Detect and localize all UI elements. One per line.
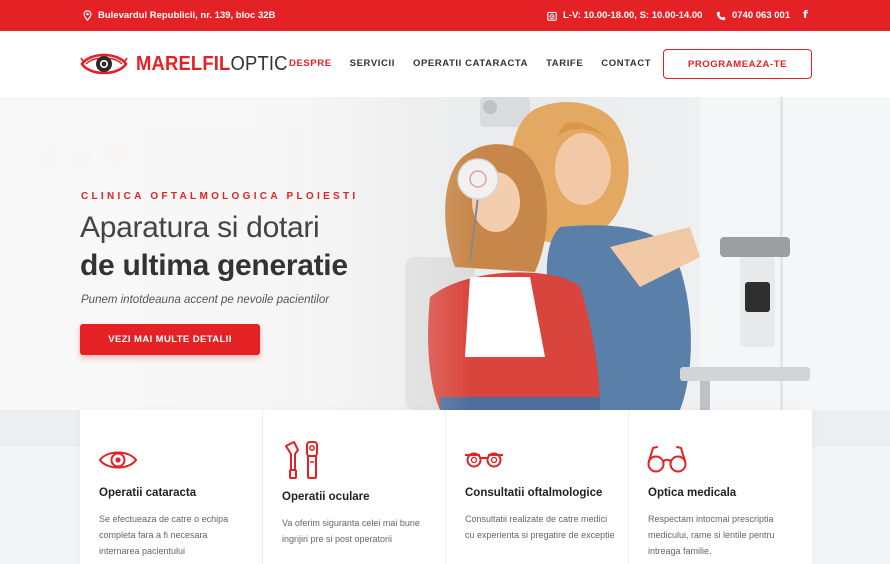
hero-subtitle: Punem intotdeauna accent pe nevoile paci… — [81, 294, 330, 306]
calendar-clock-icon — [547, 11, 557, 21]
nav-item-servicii[interactable]: SERVICII — [350, 58, 395, 69]
service-title: Optica medicala — [648, 487, 737, 499]
site-header: MARELFILOPTIC DESPRE SERVICII OPERATII C… — [0, 31, 890, 97]
address-text: Bulevardul Republicii, nr. 139, bloc 32B — [98, 10, 276, 21]
nav-item-despre[interactable]: DESPRE — [289, 58, 332, 69]
hours-text: L-V: 10.00-18.00, S: 10.00-14.00 — [563, 10, 703, 21]
logo-text: MARELFILOPTIC — [136, 53, 288, 76]
phone-text: 0740 063 001 — [732, 10, 791, 21]
trial-frame-icon — [465, 452, 503, 468]
top-bar: Bulevardul Republicii, nr. 139, bloc 32B… — [0, 0, 890, 31]
service-title: Operatii cataracta — [99, 487, 197, 499]
service-text: Va oferim siguranta celei mai bune ingri… — [282, 518, 420, 544]
eye-icon — [98, 451, 138, 469]
logo-text-red: MARELFIL — [136, 52, 231, 75]
main-nav: DESPRE SERVICII OPERATII CATARACTA TARIF… — [289, 58, 651, 69]
address-block: Bulevardul Republicii, nr. 139, bloc 32B — [83, 10, 275, 21]
service-card-operatii-oculare[interactable]: Operatii oculare Va oferim siguranta cel… — [263, 410, 446, 564]
hero-details-button[interactable]: VEZI MAI MULTE DETALII — [80, 324, 260, 355]
hero-title-line2: de ultima generatie — [80, 249, 348, 282]
phone-icon — [716, 11, 726, 20]
eye-logo-icon — [80, 53, 128, 75]
hero-kicker: CLINICA OFTALMOLOGICA PLOIESTI — [81, 191, 359, 202]
location-pin-icon — [83, 10, 92, 21]
hero-banner: CLINICA OFTALMOLOGICA PLOIESTI Aparatura… — [0, 97, 890, 410]
phone-block[interactable]: 0740 063 001 — [716, 10, 790, 21]
nav-item-tarife[interactable]: TARIFE — [546, 58, 583, 69]
services-cards: Operatii cataracta Se efectueaza de catr… — [80, 410, 812, 564]
nav-item-operatii-cataracta[interactable]: OPERATII CATARACTA — [413, 58, 528, 69]
hero-title-line1: Aparatura si dotari — [80, 211, 320, 244]
hours-block: L-V: 10.00-18.00, S: 10.00-14.00 — [547, 10, 702, 21]
service-text: Consultatii realizate de catre medici cu… — [465, 514, 615, 540]
ophthalmoscope-icon — [285, 441, 318, 479]
service-card-consultatii[interactable]: Consultatii oftalmologice Consultatii re… — [446, 410, 629, 564]
logo-text-dark: OPTIC — [230, 52, 288, 75]
logo[interactable]: MARELFILOPTIC — [80, 50, 301, 78]
service-card-cataracta[interactable]: Operatii cataracta Se efectueaza de catr… — [80, 410, 263, 564]
service-card-optica[interactable]: Optica medicala Respectam intocmai presc… — [629, 410, 812, 564]
glasses-icon — [647, 446, 687, 473]
service-title: Consultatii oftalmologice — [465, 487, 603, 499]
facebook-icon[interactable]: f — [803, 8, 808, 21]
nav-item-contact[interactable]: CONTACT — [601, 58, 651, 69]
service-text: Se efectueaza de catre o echipa completa… — [99, 514, 229, 556]
programeaza-button[interactable]: PROGRAMEAZA-TE — [663, 49, 812, 79]
service-text: Respectam intocmai prescriptia medicului… — [648, 514, 775, 556]
service-title: Operatii oculare — [282, 491, 370, 503]
